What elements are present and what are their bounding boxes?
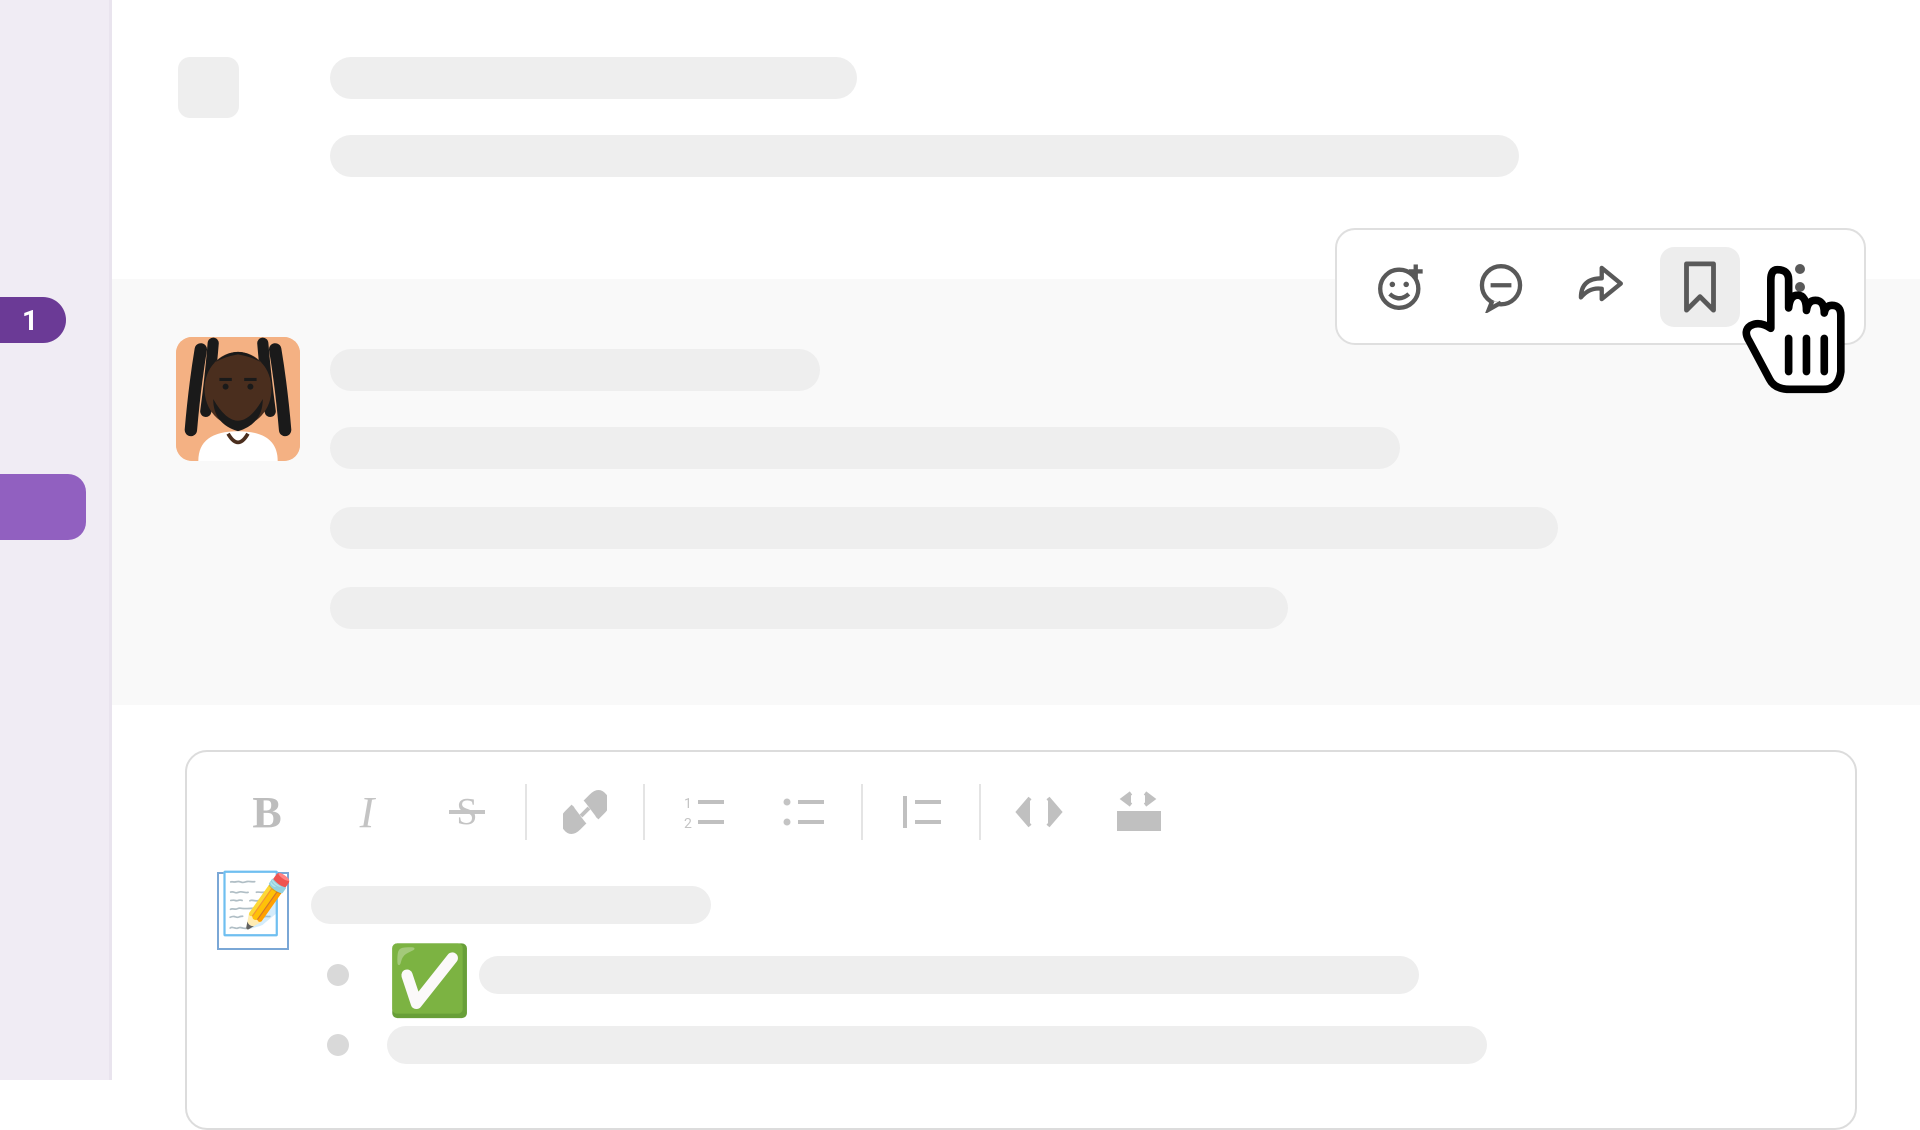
more-vertical-icon bbox=[1793, 261, 1807, 313]
toolbar-divider bbox=[979, 784, 981, 840]
formatting-toolbar: B I S 1 bbox=[217, 778, 1189, 846]
mention-badge[interactable]: 1 bbox=[0, 297, 66, 343]
link-button[interactable] bbox=[535, 778, 635, 846]
code-button[interactable] bbox=[989, 778, 1089, 846]
text-placeholder bbox=[330, 135, 1519, 177]
link-icon bbox=[563, 790, 607, 834]
text-placeholder bbox=[330, 57, 857, 99]
bookmark-icon bbox=[1676, 260, 1724, 314]
add-reaction-button[interactable] bbox=[1361, 247, 1441, 327]
bookmark-button[interactable] bbox=[1660, 247, 1740, 327]
svg-text:1: 1 bbox=[684, 796, 692, 812]
text-placeholder bbox=[330, 507, 1558, 549]
strikethrough-icon: S bbox=[445, 790, 489, 834]
memo-emoji: 📝 bbox=[217, 872, 289, 950]
text-placeholder bbox=[330, 349, 820, 391]
code-block-button[interactable] bbox=[1089, 778, 1189, 846]
text-placeholder bbox=[311, 886, 711, 924]
message-avatar-placeholder bbox=[178, 57, 239, 118]
add-reaction-icon bbox=[1375, 261, 1427, 313]
unordered-list-button[interactable] bbox=[753, 778, 853, 846]
mention-count: 1 bbox=[22, 304, 38, 337]
channel-pane: B I S 1 bbox=[112, 0, 1920, 1080]
bullet-marker bbox=[327, 1034, 349, 1056]
bullet-marker bbox=[327, 964, 349, 986]
text-placeholder bbox=[330, 427, 1400, 469]
unordered-list-icon bbox=[780, 792, 826, 832]
message-row[interactable] bbox=[112, 279, 1920, 705]
message-hover-actions bbox=[1335, 228, 1866, 345]
italic-icon: I bbox=[360, 787, 375, 838]
bold-button[interactable]: B bbox=[217, 778, 317, 846]
share-icon bbox=[1574, 261, 1626, 313]
active-workspace-indicator[interactable] bbox=[0, 474, 86, 540]
ordered-list-button[interactable]: 1 2 bbox=[653, 778, 753, 846]
workspace-rail: 1 bbox=[0, 0, 112, 1080]
user-avatar[interactable] bbox=[176, 337, 300, 461]
message-composer[interactable]: B I S 1 bbox=[185, 750, 1857, 1130]
blockquote-button[interactable] bbox=[871, 778, 971, 846]
text-placeholder bbox=[479, 956, 1419, 994]
toolbar-divider bbox=[525, 784, 527, 840]
bold-icon: B bbox=[252, 787, 281, 838]
reply-thread-button[interactable] bbox=[1461, 247, 1541, 327]
thread-icon bbox=[1475, 261, 1527, 313]
check-emoji: ✅ bbox=[387, 947, 472, 1015]
ordered-list-icon: 1 2 bbox=[680, 792, 726, 832]
blockquote-icon bbox=[899, 792, 943, 832]
italic-button[interactable]: I bbox=[317, 778, 417, 846]
share-button[interactable] bbox=[1560, 247, 1640, 327]
text-placeholder bbox=[387, 1026, 1487, 1064]
toolbar-divider bbox=[861, 784, 863, 840]
strikethrough-button[interactable]: S bbox=[417, 778, 517, 846]
text-placeholder bbox=[330, 587, 1288, 629]
code-block-icon bbox=[1113, 791, 1165, 833]
svg-text:2: 2 bbox=[684, 816, 692, 832]
more-actions-button[interactable] bbox=[1760, 247, 1840, 327]
toolbar-divider bbox=[643, 784, 645, 840]
code-icon bbox=[1014, 794, 1064, 830]
